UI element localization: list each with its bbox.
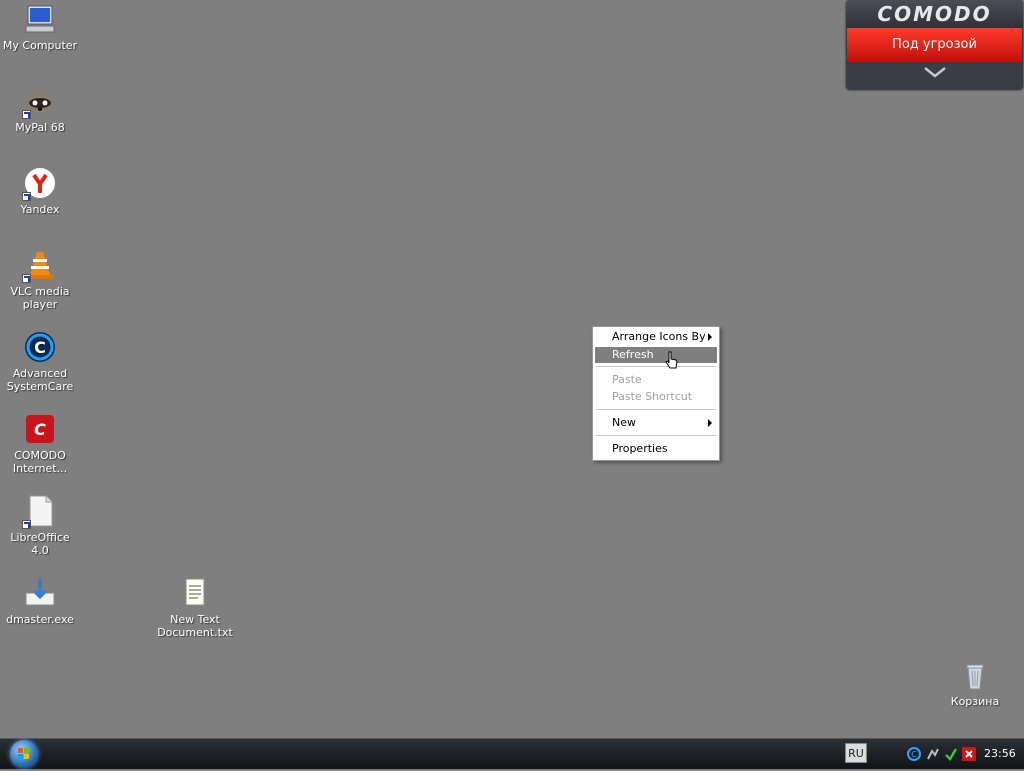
- menu-item-paste-shortcut: Paste Shortcut: [595, 389, 717, 405]
- raccoon-icon: [22, 85, 56, 119]
- network-tray-icon[interactable]: [926, 747, 940, 761]
- menu-separator: [596, 435, 716, 436]
- desktop-icon-label: Корзина: [950, 695, 1000, 708]
- libreoffice-document-icon: [22, 495, 56, 529]
- comodo-logo: COMODO: [846, 0, 1023, 28]
- advanced-systemcare-tray-icon[interactable]: C: [907, 747, 921, 761]
- submenu-arrow-icon: [708, 333, 712, 341]
- mouse-pointer-icon: [665, 351, 679, 371]
- desktop-icon-label: Advanced SystemCare: [6, 367, 74, 393]
- safely-remove-hardware-tray-icon[interactable]: [944, 747, 958, 762]
- advanced-systemcare-icon: C: [24, 331, 56, 363]
- shortcut-arrow-icon: [22, 192, 31, 201]
- submenu-arrow-icon: [708, 419, 712, 427]
- desktop-icon-libreoffice[interactable]: LibreOffice 4.0: [1, 495, 79, 557]
- context-menu: Arrange Icons By Refresh Paste Paste Sho…: [592, 326, 720, 461]
- text-document-icon: [179, 577, 211, 609]
- start-button[interactable]: [10, 740, 38, 768]
- menu-item-label: Arrange Icons By: [612, 330, 706, 343]
- desktop-icon-label: VLC media player: [10, 285, 70, 311]
- chevron-down-icon[interactable]: [846, 62, 1023, 88]
- menu-item-label: Properties: [612, 442, 668, 455]
- menu-item-label: Refresh: [612, 348, 654, 361]
- desktop-icon-label: COMODO Internet...: [12, 449, 68, 475]
- menu-item-properties[interactable]: Properties: [595, 441, 717, 457]
- comodo-widget[interactable]: COMODO Под угрозой: [846, 0, 1023, 90]
- menu-item-label: New: [612, 416, 636, 429]
- desktop-icon-label: LibreOffice 4.0: [10, 531, 70, 557]
- desktop-icon-dmaster[interactable]: dmaster.exe: [1, 577, 79, 626]
- desktop-icon-my-computer[interactable]: My Computer: [1, 3, 79, 52]
- menu-item-new[interactable]: New: [595, 415, 717, 431]
- menu-separator: [596, 409, 716, 410]
- shortcut-arrow-icon: [22, 110, 31, 119]
- menu-item-label: Paste: [612, 373, 642, 386]
- menu-item-label: Paste Shortcut: [612, 390, 693, 403]
- comodo-tray-icon[interactable]: [962, 747, 976, 761]
- comodo-icon: C: [24, 413, 56, 445]
- svg-text:C: C: [911, 750, 917, 759]
- desktop-icon-comodo-internet[interactable]: C COMODO Internet...: [1, 413, 79, 475]
- vlc-cone-icon: [22, 249, 56, 283]
- desktop-icon-yandex[interactable]: Yandex: [1, 167, 79, 216]
- language-indicator[interactable]: RU: [845, 743, 867, 763]
- shortcut-arrow-icon: [22, 274, 31, 283]
- svg-text:C: C: [34, 420, 46, 439]
- menu-item-arrange-icons-by[interactable]: Arrange Icons By: [595, 329, 717, 345]
- taskbar: RU C 23:56: [0, 738, 1024, 769]
- yandex-browser-icon: [22, 167, 56, 201]
- desktop-icon-label: dmaster.exe: [6, 613, 74, 626]
- svg-text:C: C: [34, 338, 46, 357]
- menu-separator: [596, 366, 716, 367]
- desktop-icon-vlc[interactable]: VLC media player: [1, 249, 79, 311]
- desktop-icon-label: New Text Document.txt: [157, 613, 233, 639]
- menu-item-refresh[interactable]: Refresh: [595, 347, 717, 363]
- comodo-status-button[interactable]: Под угрозой: [847, 28, 1022, 62]
- desktop-icon-label: Yandex: [20, 203, 60, 216]
- desktop-icon-label: My Computer: [2, 39, 78, 52]
- desktop-icon-new-text-document[interactable]: New Text Document.txt: [156, 577, 234, 639]
- computer-icon: [24, 3, 56, 35]
- clock[interactable]: 23:56: [984, 739, 1016, 769]
- download-master-icon: [24, 577, 56, 609]
- desktop-icon-advanced-systemcare[interactable]: C Advanced SystemCare: [1, 331, 79, 393]
- menu-item-paste: Paste: [595, 372, 717, 388]
- desktop-icon-label: MyPal 68: [15, 121, 65, 134]
- recycle-bin-icon: [959, 659, 991, 691]
- desktop-icon-recycle-bin[interactable]: Корзина: [936, 659, 1014, 708]
- desktop-icon-mypal[interactable]: MyPal 68: [1, 85, 79, 134]
- shortcut-arrow-icon: [22, 520, 31, 529]
